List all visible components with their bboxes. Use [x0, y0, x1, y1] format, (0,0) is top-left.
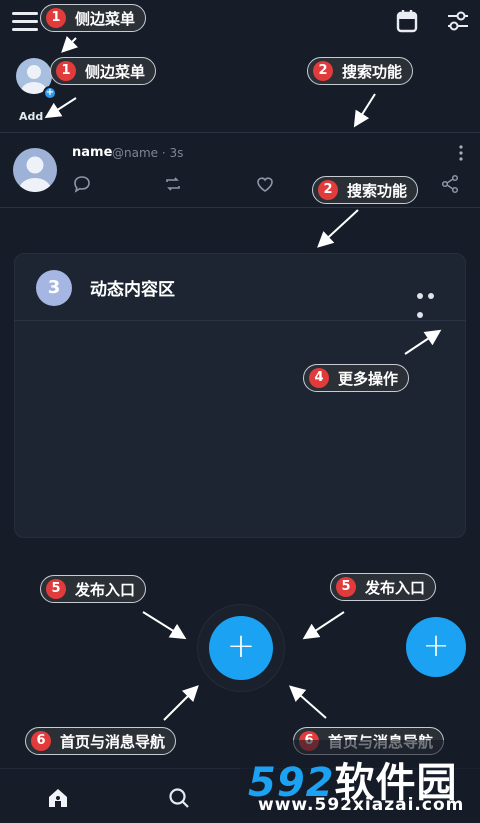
callout-number: 4	[309, 368, 329, 388]
annotation-callout: 1 侧边菜单	[40, 4, 147, 32]
annotation-callout: 5 发布入口	[40, 575, 147, 603]
dynamic-content-card	[14, 253, 466, 538]
callout-text: 搜索功能	[347, 181, 408, 200]
annotation-callout: 6 首页与消息导航	[25, 727, 177, 755]
card-divider	[14, 320, 466, 321]
more-vertical-icon[interactable]	[456, 144, 466, 162]
add-label: Add	[19, 110, 44, 123]
compose-fab-button-secondary[interactable]: +	[406, 617, 466, 677]
callout-number: 2	[313, 61, 333, 81]
annotation-callout: 5 发布入口	[330, 573, 437, 601]
divider	[0, 132, 480, 133]
add-badge-icon[interactable]: +	[43, 86, 57, 100]
card-number-badge: 3	[36, 270, 72, 306]
like-icon[interactable]	[255, 174, 275, 194]
sliders-icon[interactable]	[446, 9, 470, 33]
callout-text: 更多操作	[338, 369, 399, 388]
post-author-name[interactable]: name	[72, 145, 112, 160]
compose-fab-button[interactable]: +	[209, 616, 273, 680]
repost-icon[interactable]	[163, 174, 183, 194]
share-icon[interactable]	[440, 174, 460, 194]
annotation-callout: 2 搜索功能	[312, 176, 419, 204]
reply-icon[interactable]	[72, 174, 92, 194]
annotation-callout: 2 搜索功能	[307, 57, 414, 85]
callout-number: 6	[31, 731, 51, 751]
divider	[0, 207, 480, 208]
callout-text: 发布入口	[365, 578, 426, 597]
post-author-handle: @name · 3s	[112, 146, 184, 160]
home-icon[interactable]	[46, 786, 70, 810]
more-options-icon[interactable]	[417, 284, 449, 318]
watermark-url: www.592xiazai.com	[258, 795, 465, 815]
callout-number: 5	[46, 579, 66, 599]
callout-text: 侧边菜单	[85, 62, 146, 81]
search-icon[interactable]	[167, 786, 191, 810]
callout-number: 2	[318, 180, 338, 200]
callout-text: 侧边菜单	[75, 9, 136, 28]
hamburger-menu-icon[interactable]	[12, 12, 38, 32]
callout-number: 1	[56, 61, 76, 81]
calendar-icon[interactable]	[396, 9, 418, 33]
callout-text: 搜索功能	[342, 62, 403, 81]
callout-text: 发布入口	[75, 580, 136, 599]
user-silhouette-icon	[19, 156, 51, 192]
callout-number: 1	[46, 8, 66, 28]
callout-number: 5	[336, 577, 356, 597]
post-avatar[interactable]	[13, 148, 57, 192]
annotation-callout: 1 侧边菜单	[50, 57, 157, 85]
card-title: 动态内容区	[90, 280, 175, 300]
annotation-callout: 4 更多操作	[303, 364, 410, 392]
callout-text: 首页与消息导航	[60, 732, 166, 751]
